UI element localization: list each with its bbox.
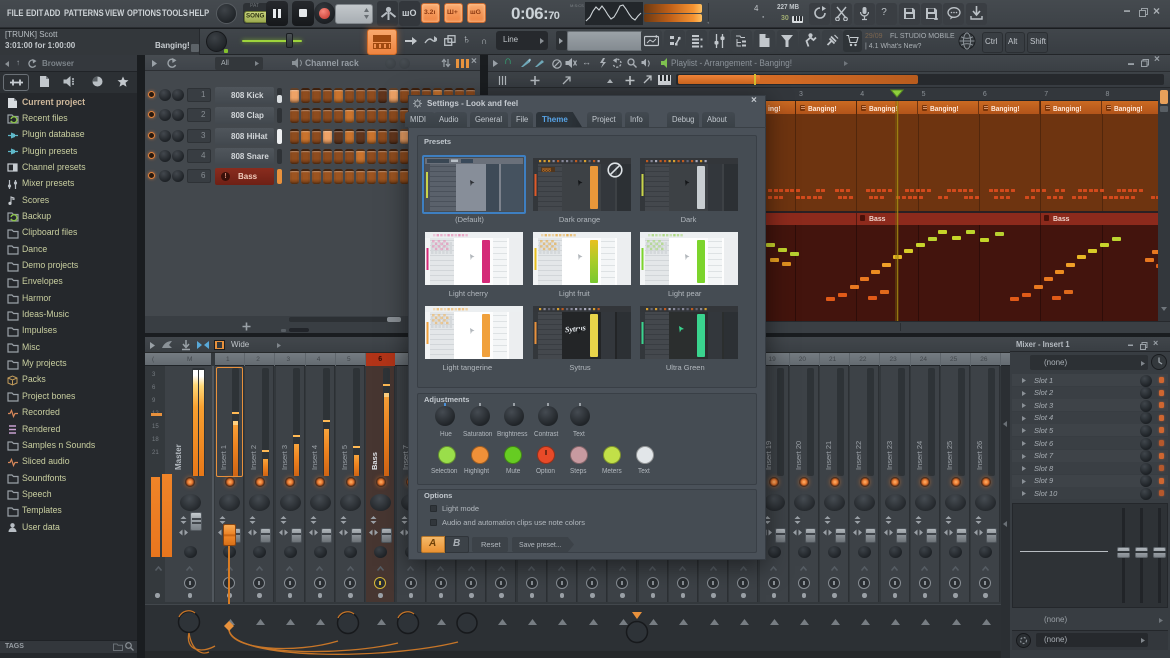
svg-text:888: 888 [542,168,551,174]
